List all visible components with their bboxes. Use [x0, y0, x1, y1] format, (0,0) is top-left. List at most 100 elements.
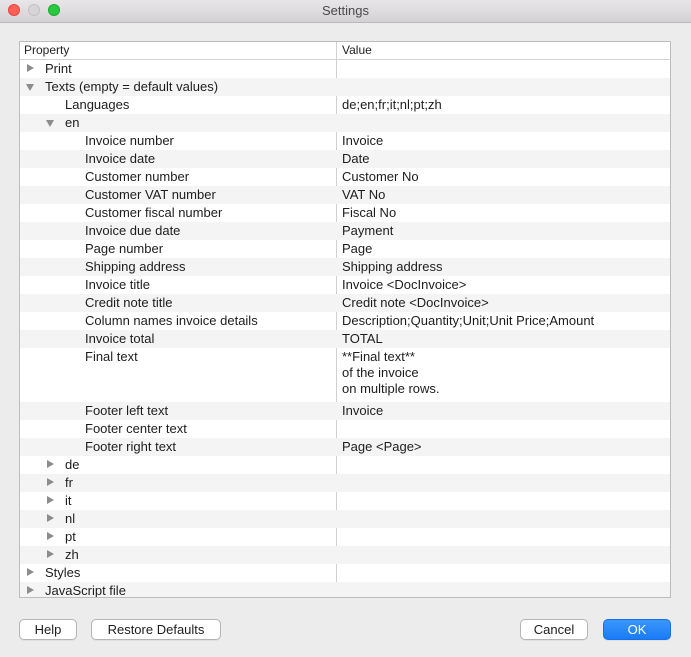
- property-cell[interactable]: Footer center text: [20, 420, 336, 438]
- property-cell[interactable]: nl: [20, 510, 336, 528]
- table-row[interactable]: Texts (empty = default values): [20, 78, 670, 96]
- value-cell[interactable]: Shipping address: [342, 259, 668, 275]
- table-row[interactable]: Invoice number Invoice: [20, 132, 670, 150]
- property-cell[interactable]: Invoice date: [20, 150, 336, 168]
- property-label: Print: [45, 61, 72, 76]
- table-row[interactable]: Customer VAT number VAT No: [20, 186, 670, 204]
- table-row[interactable]: de: [20, 456, 670, 474]
- table-row[interactable]: Invoice due date Payment: [20, 222, 670, 240]
- property-cell[interactable]: en: [20, 114, 336, 132]
- cancel-button[interactable]: Cancel: [520, 619, 588, 640]
- table-row[interactable]: en: [20, 114, 670, 132]
- column-divider[interactable]: [336, 42, 337, 59]
- property-cell[interactable]: Column names invoice details: [20, 312, 336, 330]
- value-cell[interactable]: **Final text** of the invoice on multipl…: [342, 349, 668, 397]
- disclosure-triangle-collapsed-icon[interactable]: [27, 586, 34, 594]
- property-label: Languages: [65, 97, 130, 112]
- property-cell[interactable]: Invoice total: [20, 330, 336, 348]
- table-row[interactable]: Print: [20, 60, 670, 78]
- title-bar: Settings: [0, 0, 691, 23]
- property-cell[interactable]: Invoice title: [20, 276, 336, 294]
- property-cell[interactable]: Page number: [20, 240, 336, 258]
- value-cell[interactable]: Credit note <DocInvoice>: [342, 295, 668, 311]
- property-cell[interactable]: de: [20, 456, 336, 474]
- value-cell[interactable]: Page <Page>: [342, 439, 668, 455]
- table-row[interactable]: fr: [20, 474, 670, 492]
- table-row[interactable]: Credit note title Credit note <DocInvoice…: [20, 294, 670, 312]
- table-row[interactable]: Final text **Final text** of the invoice …: [20, 348, 670, 402]
- property-cell[interactable]: Credit note title: [20, 294, 336, 312]
- property-label: Invoice number: [85, 133, 174, 148]
- table-row[interactable]: pt: [20, 528, 670, 546]
- property-cell[interactable]: Final text: [20, 348, 336, 402]
- value-cell[interactable]: Fiscal No: [342, 205, 668, 221]
- value-cell[interactable]: Page: [342, 241, 668, 257]
- table-row[interactable]: Customer number Customer No: [20, 168, 670, 186]
- value-cell[interactable]: Description;Quantity;Unit;Unit Price;Amo…: [342, 313, 668, 329]
- disclosure-triangle-collapsed-icon[interactable]: [47, 460, 54, 468]
- table-row[interactable]: Page number Page: [20, 240, 670, 258]
- table-row[interactable]: Languages de;en;fr;it;nl;pt;zh: [20, 96, 670, 114]
- property-cell[interactable]: Invoice due date: [20, 222, 336, 240]
- property-cell[interactable]: Footer right text: [20, 438, 336, 456]
- table-row[interactable]: Customer fiscal number Fiscal No: [20, 204, 670, 222]
- table-row[interactable]: Invoice total TOTAL: [20, 330, 670, 348]
- property-cell[interactable]: Languages: [20, 96, 336, 114]
- value-cell[interactable]: Invoice: [342, 133, 668, 149]
- property-label: zh: [65, 547, 79, 562]
- value-cell[interactable]: Customer No: [342, 169, 668, 185]
- property-cell[interactable]: fr: [20, 474, 336, 492]
- disclosure-triangle-collapsed-icon[interactable]: [47, 478, 54, 486]
- value-cell[interactable]: Invoice <DocInvoice>: [342, 277, 668, 293]
- value-cell[interactable]: VAT No: [342, 187, 668, 203]
- disclosure-triangle-collapsed-icon[interactable]: [47, 532, 54, 540]
- property-cell[interactable]: JavaScript file: [20, 582, 336, 597]
- property-column-header[interactable]: Property: [24, 43, 69, 57]
- table-row[interactable]: Footer right text Page <Page>: [20, 438, 670, 456]
- disclosure-triangle-collapsed-icon[interactable]: [47, 550, 54, 558]
- disclosure-triangle-expanded-icon[interactable]: [26, 84, 34, 91]
- table-row[interactable]: it: [20, 492, 670, 510]
- property-label: en: [65, 115, 80, 130]
- property-label: Invoice total: [85, 331, 155, 346]
- value-cell[interactable]: Payment: [342, 223, 668, 239]
- property-cell[interactable]: Footer left text: [20, 402, 336, 420]
- restore-defaults-button[interactable]: Restore Defaults: [91, 619, 221, 640]
- table-row[interactable]: zh: [20, 546, 670, 564]
- property-cell[interactable]: Shipping address: [20, 258, 336, 276]
- disclosure-triangle-expanded-icon[interactable]: [46, 120, 54, 127]
- table-row[interactable]: Styles: [20, 564, 670, 582]
- disclosure-triangle-collapsed-icon[interactable]: [47, 496, 54, 504]
- table-row[interactable]: JavaScript file: [20, 582, 670, 597]
- table-row[interactable]: Footer center text: [20, 420, 670, 438]
- property-cell[interactable]: Styles: [20, 564, 336, 582]
- value-cell[interactable]: TOTAL: [342, 331, 668, 347]
- table-row[interactable]: Column names invoice details Description;…: [20, 312, 670, 330]
- table-row[interactable]: Footer left text Invoice: [20, 402, 670, 420]
- value-cell[interactable]: de;en;fr;it;nl;pt;zh: [342, 97, 668, 113]
- property-cell[interactable]: it: [20, 492, 336, 510]
- disclosure-triangle-collapsed-icon[interactable]: [27, 64, 34, 72]
- table-row[interactable]: nl: [20, 510, 670, 528]
- property-cell[interactable]: Customer fiscal number: [20, 204, 336, 222]
- property-cell[interactable]: pt: [20, 528, 336, 546]
- property-cell[interactable]: zh: [20, 546, 336, 564]
- property-cell[interactable]: Customer VAT number: [20, 186, 336, 204]
- value-column-header[interactable]: Value: [342, 43, 372, 57]
- table-row[interactable]: Invoice title Invoice <DocInvoice>: [20, 276, 670, 294]
- property-cell[interactable]: Invoice number: [20, 132, 336, 150]
- disclosure-triangle-collapsed-icon[interactable]: [27, 568, 34, 576]
- help-button[interactable]: Help: [19, 619, 77, 640]
- property-cell[interactable]: Customer number: [20, 168, 336, 186]
- value-cell[interactable]: Invoice: [342, 403, 668, 419]
- property-label: pt: [65, 529, 76, 544]
- disclosure-triangle-collapsed-icon[interactable]: [47, 514, 54, 522]
- property-cell[interactable]: Print: [20, 60, 336, 78]
- property-label: Column names invoice details: [85, 313, 258, 328]
- table-row[interactable]: Shipping address Shipping address: [20, 258, 670, 276]
- value-cell[interactable]: Date: [342, 151, 668, 167]
- property-cell[interactable]: Texts (empty = default values): [20, 78, 336, 96]
- table-row[interactable]: Invoice date Date: [20, 150, 670, 168]
- ok-button[interactable]: OK: [603, 619, 671, 640]
- property-tree-table[interactable]: Property Value Print Texts (empty = defau…: [19, 41, 671, 598]
